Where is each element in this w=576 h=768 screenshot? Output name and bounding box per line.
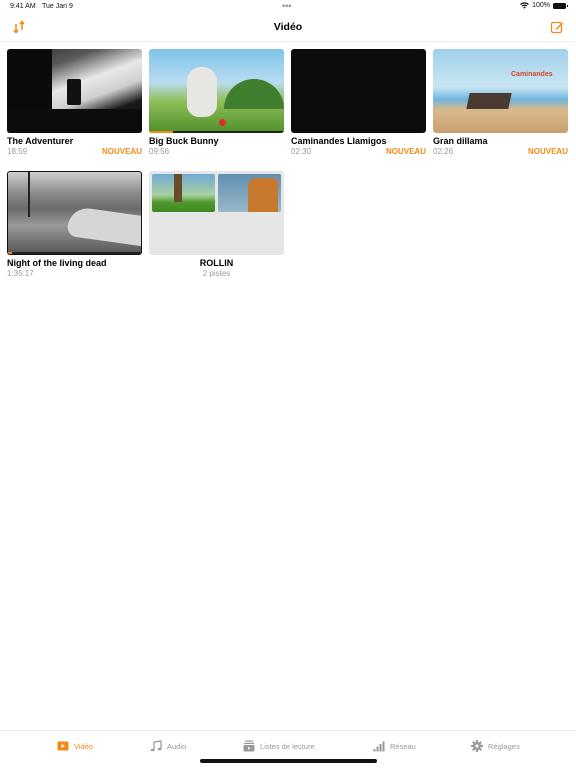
video-card[interactable]: The Adventurer 18:59 NOUVEAU xyxy=(7,49,142,156)
video-card[interactable]: Caminandes Gran dillama 02:26 NOUVEAU xyxy=(433,49,568,156)
video-card[interactable]: Night of the living dead 1:35:17 xyxy=(7,171,142,278)
wifi-icon xyxy=(520,2,529,9)
video-title: Night of the living dead xyxy=(7,258,107,268)
tab-playlists[interactable]: Listes de lecture xyxy=(243,740,315,752)
edit-icon[interactable] xyxy=(550,20,564,34)
progress-track xyxy=(8,252,141,254)
thumbnail-logo-text: Caminandes xyxy=(511,71,553,78)
battery-percentage: 100% xyxy=(532,2,550,9)
tab-label: Listes de lecture xyxy=(260,741,315,751)
progress-track xyxy=(149,131,284,133)
status-date: Tue Jan 9 xyxy=(42,3,73,10)
video-title: Gran dillama xyxy=(433,136,488,146)
video-duration: 02:26 xyxy=(433,147,454,156)
progress-fill xyxy=(149,131,174,133)
collection-card[interactable]: ROLLIN 2 pistes xyxy=(149,171,284,278)
home-indicator[interactable] xyxy=(200,759,377,763)
network-icon xyxy=(373,741,385,752)
collection-thumbnail xyxy=(149,171,284,255)
collection-track-count: 2 pistes xyxy=(202,269,231,278)
status-bar: 9:41 AM Tue Jan 9 ••• 100% xyxy=(0,0,576,14)
video-duration: 02:30 xyxy=(291,147,312,156)
new-badge: NOUVEAU xyxy=(527,147,568,156)
collection-item-thumbnail xyxy=(218,174,281,212)
tab-audio[interactable]: Audio xyxy=(150,740,186,752)
video-title: The Adventurer xyxy=(7,136,74,146)
new-badge: NOUVEAU xyxy=(385,147,426,156)
tab-network[interactable]: Réseau xyxy=(373,740,416,752)
progress-fill xyxy=(8,252,12,254)
playlist-icon xyxy=(243,740,255,752)
music-note-icon xyxy=(150,740,162,752)
navigation-bar: Vidéo xyxy=(0,14,576,42)
new-badge: NOUVEAU xyxy=(101,147,142,156)
play-icon xyxy=(57,741,69,751)
collection-item-thumbnail xyxy=(152,174,215,212)
video-title: Caminandes Llamigos xyxy=(291,136,387,146)
video-thumbnail: Caminandes xyxy=(433,49,568,133)
video-duration: 09:56 xyxy=(149,147,170,156)
video-card[interactable]: Caminandes Llamigos 02:30 NOUVEAU xyxy=(291,49,426,156)
status-time: 9:41 AM xyxy=(10,3,36,10)
tab-video[interactable]: Vidéo xyxy=(57,740,93,752)
video-card[interactable]: Big Buck Bunny 09:56 xyxy=(149,49,284,156)
tab-label: Réglages xyxy=(488,741,520,751)
video-title: Big Buck Bunny xyxy=(149,136,219,146)
tab-label: Audio xyxy=(167,741,187,751)
video-duration: 1:35:17 xyxy=(7,269,34,278)
collection-title: ROLLIN xyxy=(199,258,234,268)
tab-label: Vidéo xyxy=(74,741,94,751)
video-thumbnail xyxy=(149,49,284,133)
gear-icon xyxy=(471,740,483,752)
tab-settings[interactable]: Réglages xyxy=(471,740,520,752)
video-thumbnail xyxy=(7,49,142,133)
video-thumbnail xyxy=(291,49,426,133)
video-duration: 18:59 xyxy=(7,147,28,156)
multitasking-dots-icon[interactable]: ••• xyxy=(282,1,291,11)
video-thumbnail xyxy=(7,171,142,255)
tab-label: Réseau xyxy=(390,741,416,751)
page-title: Vidéo xyxy=(273,21,303,33)
battery-icon xyxy=(553,2,568,9)
